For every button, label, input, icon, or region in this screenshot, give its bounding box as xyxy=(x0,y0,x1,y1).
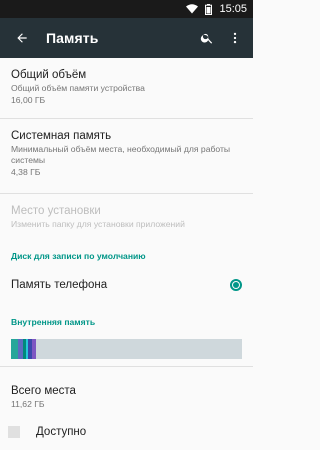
total-space-pref[interactable]: Всего места 11,62 ГБ xyxy=(0,367,253,419)
more-vert-icon xyxy=(228,31,242,45)
phone-memory-option[interactable]: Память телефона xyxy=(0,272,253,298)
install-location-pref: Место установки Изменить папку для устан… xyxy=(0,194,253,246)
system-memory-pref[interactable]: Системная память Минимальный объём места… xyxy=(0,119,253,193)
search-button[interactable] xyxy=(193,24,221,52)
category-label: Внутренняя память xyxy=(11,317,96,327)
pref-value: 11,62 ГБ xyxy=(11,399,45,409)
available-space-pref[interactable]: Доступно xyxy=(0,419,253,439)
back-button[interactable] xyxy=(8,24,36,52)
pref-title: Доступно xyxy=(36,426,87,438)
pref-summary: Изменить папку для установки приложений xyxy=(11,219,185,229)
battery-icon xyxy=(205,3,213,15)
pref-title: Системная память xyxy=(11,130,112,142)
radio-selected-dot xyxy=(233,282,239,288)
page-title: Память xyxy=(46,30,99,46)
status-time: 15:05 xyxy=(219,3,247,15)
usage-segment xyxy=(11,339,18,359)
pref-value: 4,38 ГБ xyxy=(11,167,41,177)
storage-usage-bar xyxy=(11,339,242,359)
pref-summary: Общий объём памяти устройства xyxy=(11,83,145,93)
status-bar: 15:05 xyxy=(0,0,253,18)
wifi-icon xyxy=(186,4,199,14)
radio-button[interactable] xyxy=(230,279,242,291)
pref-summary: Минимальный объём места, необходимый для… xyxy=(11,144,231,165)
arrow-back-icon xyxy=(15,31,29,45)
usage-segment xyxy=(31,339,37,359)
pref-title: Место установки xyxy=(11,205,101,217)
overflow-menu-button[interactable] xyxy=(221,24,249,52)
settings-list: Общий объём Общий объём памяти устройств… xyxy=(0,58,253,439)
search-icon xyxy=(200,31,214,45)
option-label: Память телефона xyxy=(11,279,108,291)
total-size-pref[interactable]: Общий объём Общий объём памяти устройств… xyxy=(0,58,253,118)
pref-title: Общий объём xyxy=(11,69,87,81)
internal-memory-header: Внутренняя память xyxy=(0,314,253,330)
app-toolbar: Память xyxy=(0,18,253,58)
category-label: Диск для записи по умолчанию xyxy=(11,251,146,261)
pref-title: Всего места xyxy=(11,385,76,397)
pref-value: 16,00 ГБ xyxy=(11,95,46,105)
available-color-swatch xyxy=(8,426,20,438)
default-disk-header: Диск для записи по умолчанию xyxy=(0,246,253,266)
